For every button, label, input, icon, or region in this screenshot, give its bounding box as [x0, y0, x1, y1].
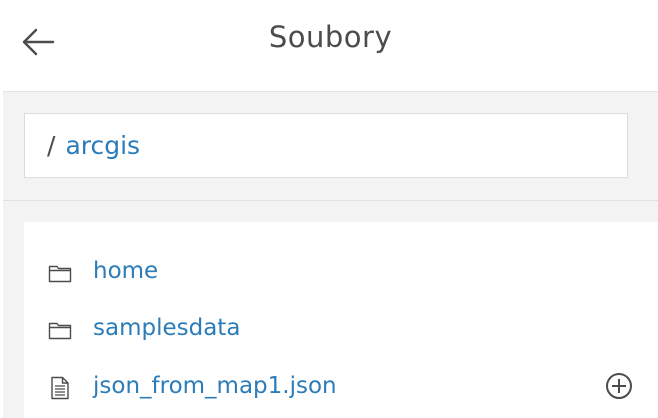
list-item-label: home [93, 258, 159, 284]
divider [3, 200, 658, 201]
folder-icon [48, 322, 72, 340]
header-bar: Soubory [3, 0, 658, 92]
list-item-samplesdata[interactable]: samplesdata [24, 304, 658, 352]
list-item-json-from-map1[interactable]: json_from_map1.json [24, 362, 658, 410]
document-icon [51, 376, 69, 400]
list-item-label: samplesdata [93, 315, 241, 341]
breadcrumb: / arcgis [24, 113, 628, 178]
breadcrumb-separator: / [47, 131, 56, 160]
page-title: Soubory [268, 20, 393, 54]
add-file-button[interactable] [604, 371, 634, 401]
list-item-home[interactable]: home [24, 247, 658, 295]
breadcrumb-item-arcgis[interactable]: arcgis [65, 131, 140, 160]
file-list: home samplesdata json_from_map1.json [24, 222, 658, 418]
folder-icon [48, 265, 72, 283]
list-item-label: json_from_map1.json [93, 373, 337, 399]
